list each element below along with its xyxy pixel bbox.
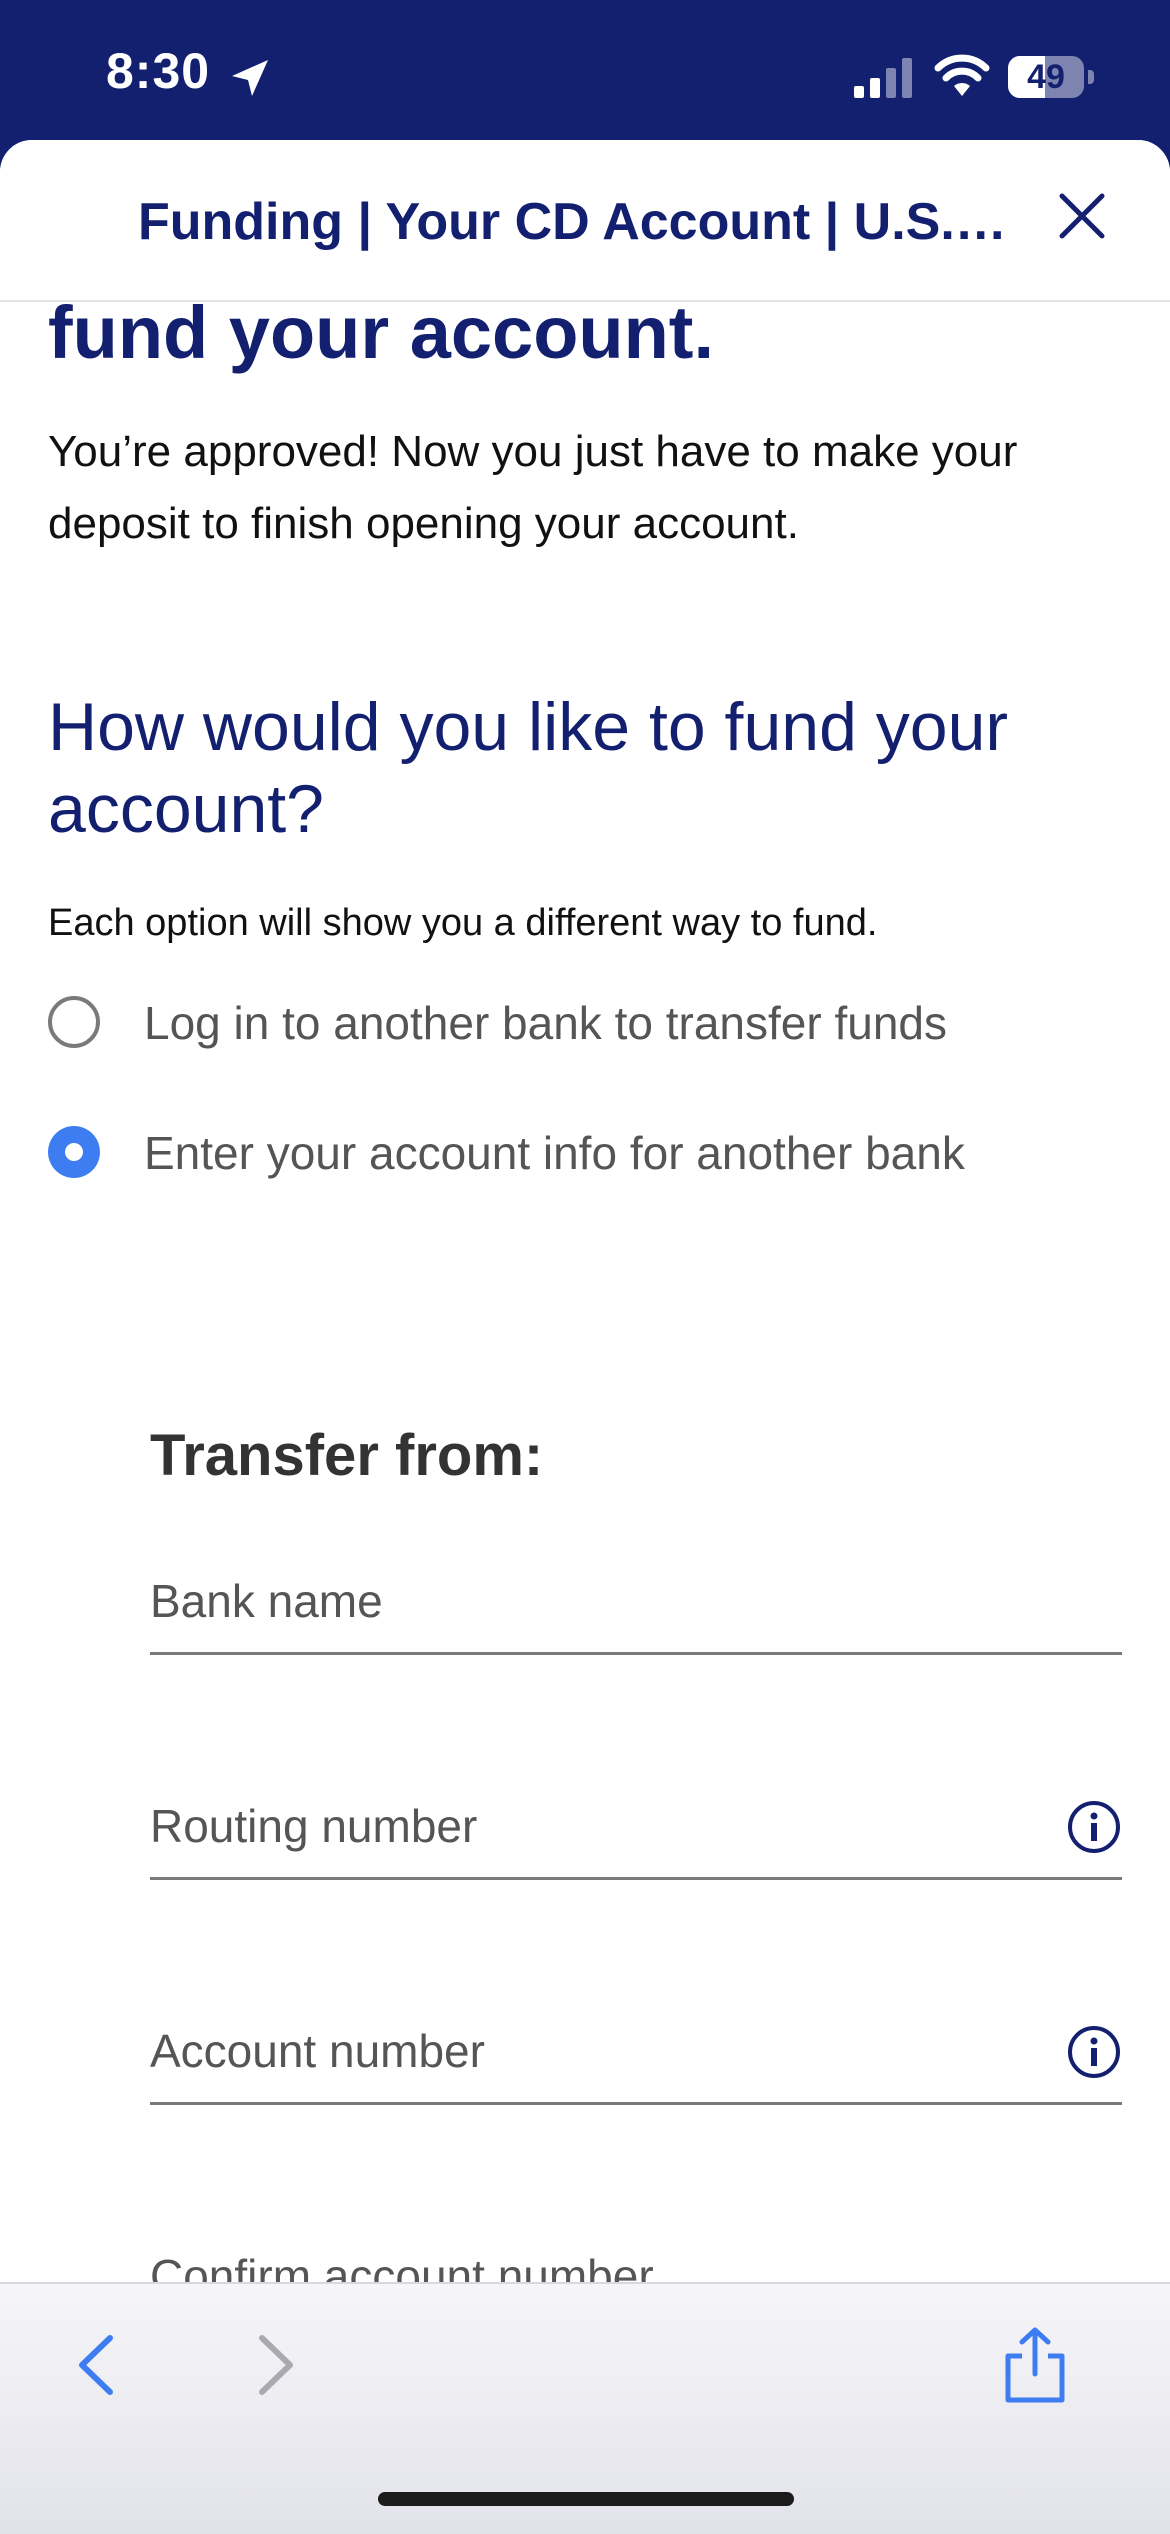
bank-name-field [150,1552,1122,1655]
status-bar: 8:30 49 [0,0,1170,150]
radio-button-selected[interactable] [48,1126,100,1178]
battery-icon: 49 [1008,56,1094,100]
location-arrow-icon [232,60,268,96]
sheet-title: Funding | Your CD Account | U.S.… [138,193,1007,251]
funding-hint: Each option will show you a different wa… [48,902,878,944]
share-icon[interactable] [1000,2326,1070,2404]
transfer-from-title: Transfer from: [150,1423,544,1488]
status-time: 8:30 [106,43,211,99]
intro-text: You’re approved! Now you just have to ma… [48,427,1018,548]
chevron-left-icon[interactable] [70,2332,126,2398]
page-heading: fund your account. [48,291,714,374]
option-label: Enter your account info for another bank [144,1127,965,1179]
routing-number-input[interactable] [150,1791,1010,1861]
wifi-icon [934,54,990,96]
bank-name-input[interactable] [150,1566,1010,1636]
option-enter-account-info[interactable]: Enter your account info for another bank [48,1122,1128,1192]
account-number-field [150,2002,1122,2105]
info-icon[interactable] [1066,2024,1122,2080]
home-indicator [378,2492,794,2506]
radio-button-unselected[interactable] [48,996,100,1048]
funding-question-heading: How would you like to fund your account? [48,689,1009,847]
battery-level: 49 [1027,58,1065,96]
info-icon[interactable] [1066,1799,1122,1855]
signal-icon [854,58,912,98]
option-label: Log in to another bank to transfer funds [144,997,947,1049]
chevron-right-icon[interactable] [246,2332,302,2398]
close-icon[interactable] [1052,186,1112,246]
sheet-header: Funding | Your CD Account | U.S.… [0,140,1170,302]
routing-number-field [150,1777,1122,1880]
account-number-input[interactable] [150,2016,1010,2086]
option-login-bank[interactable]: Log in to another bank to transfer funds [48,992,1128,1062]
web-sheet: Funding | Your CD Account | U.S.… fund y… [0,140,1170,2532]
